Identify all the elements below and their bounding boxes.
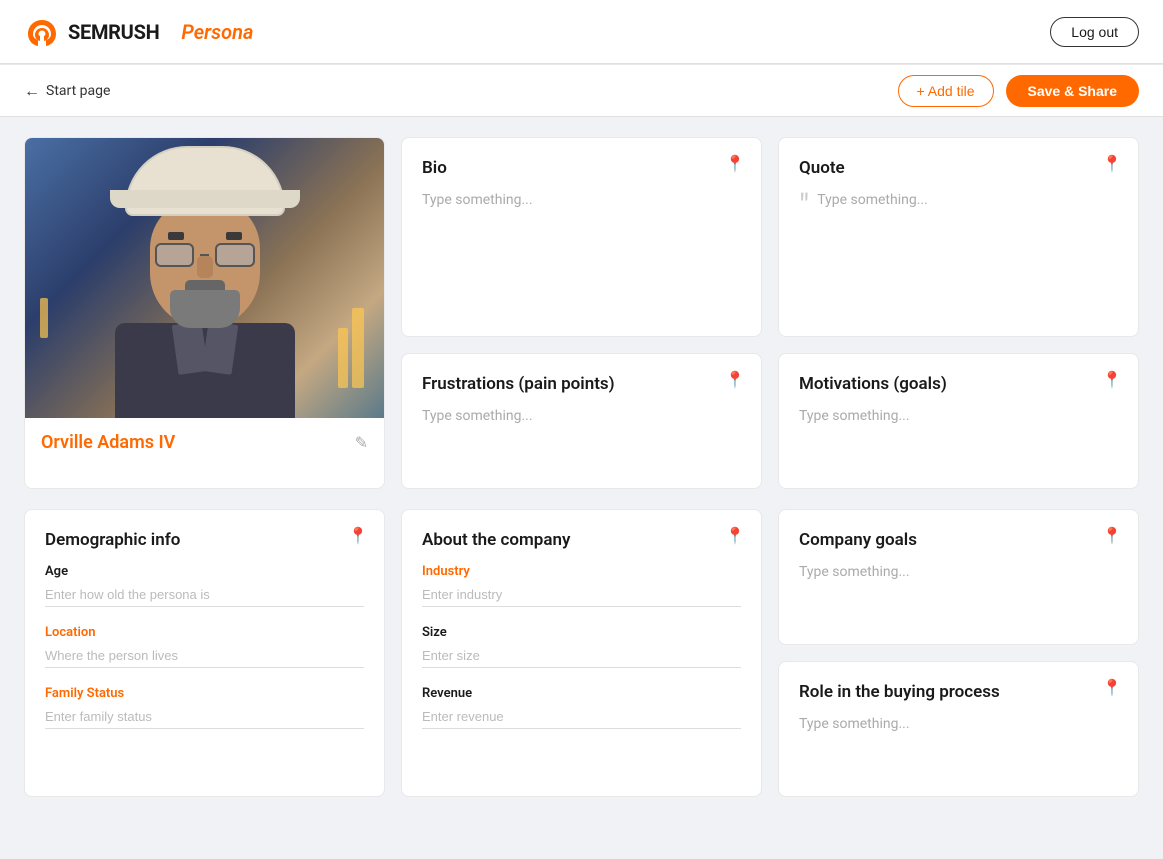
industry-label: Industry xyxy=(422,564,741,579)
quote-open-icon: " xyxy=(799,190,809,222)
demographic-pin-icon: 📍 xyxy=(348,526,368,545)
family-status-input[interactable] xyxy=(45,705,364,729)
nav-bar: ← Start page + Add tile Save & Share xyxy=(0,65,1163,117)
frustrations-card: 📍 Frustrations (pain points) Type someth… xyxy=(401,353,762,489)
persona-name-prefix: Orville Adams xyxy=(41,432,158,453)
persona-card: Orville Adams IV ✎ xyxy=(24,137,385,489)
bio-placeholder[interactable]: Type something... xyxy=(422,192,741,252)
bio-pin-icon: 📍 xyxy=(725,154,745,173)
location-label: Location xyxy=(45,625,364,640)
nav-actions: + Add tile Save & Share xyxy=(898,75,1140,107)
persona-glasses xyxy=(155,243,255,267)
save-share-button[interactable]: Save & Share xyxy=(1006,75,1140,107)
frustrations-placeholder[interactable]: Type something... xyxy=(422,408,741,468)
bio-card: 📍 Bio Type something... xyxy=(401,137,762,337)
company-card: 📍 About the company Industry Size Revenu… xyxy=(401,509,762,797)
role-title: Role in the buying process xyxy=(799,682,1118,702)
industry-input[interactable] xyxy=(422,583,741,607)
size-label: Size xyxy=(422,625,741,640)
age-input[interactable] xyxy=(45,583,364,607)
company-goals-card: 📍 Company goals Type something... xyxy=(778,509,1139,645)
size-input[interactable] xyxy=(422,644,741,668)
quote-card: 📍 Quote " Type something... xyxy=(778,137,1139,337)
bottom-grid: 📍 Demographic info Age Location Family S… xyxy=(0,509,1163,817)
persona-eye-left xyxy=(168,232,184,240)
role-pin-icon: 📍 xyxy=(1102,678,1122,697)
company-goals-placeholder[interactable]: Type something... xyxy=(799,564,1118,624)
logout-button[interactable]: Log out xyxy=(1050,17,1139,47)
quote-pin-icon: 📍 xyxy=(1102,154,1122,173)
persona-image xyxy=(25,138,384,418)
age-field-group: Age xyxy=(45,564,364,607)
quote-title: Quote xyxy=(799,158,1118,178)
main-grid: Orville Adams IV ✎ 📍 Bio Type something.… xyxy=(0,117,1163,509)
persona-mustache xyxy=(185,280,225,290)
persona-name: Orville Adams IV xyxy=(41,432,175,453)
glass-bridge xyxy=(200,254,210,256)
demographic-card: 📍 Demographic info Age Location Family S… xyxy=(24,509,385,797)
revenue-input[interactable] xyxy=(422,705,741,729)
motivations-card: 📍 Motivations (goals) Type something... xyxy=(778,353,1139,489)
glass-left xyxy=(155,243,194,267)
product-name: Persona xyxy=(181,20,253,44)
persona-name-highlight: IV xyxy=(158,432,175,453)
back-link[interactable]: ← Start page xyxy=(24,81,110,101)
role-card: 📍 Role in the buying process Type someth… xyxy=(778,661,1139,797)
add-tile-button[interactable]: + Add tile xyxy=(898,75,994,107)
frustrations-title: Frustrations (pain points) xyxy=(422,374,741,394)
persona-hard-hat-brim xyxy=(110,190,300,208)
role-placeholder[interactable]: Type something... xyxy=(799,716,1118,776)
persona-name-area: Orville Adams IV ✎ xyxy=(25,418,384,469)
motivations-placeholder[interactable]: Type something... xyxy=(799,408,1118,468)
bg-element-3 xyxy=(40,298,48,338)
company-goals-title: Company goals xyxy=(799,530,1118,550)
industry-field-group: Industry xyxy=(422,564,741,607)
persona-eye-right xyxy=(226,232,242,240)
revenue-label: Revenue xyxy=(422,686,741,701)
location-input[interactable] xyxy=(45,644,364,668)
back-label: Start page xyxy=(46,83,110,99)
logo-area: SEMRUSH Persona xyxy=(24,18,253,46)
back-arrow-icon: ← xyxy=(24,81,40,101)
family-status-field-group: Family Status xyxy=(45,686,364,729)
company-pin-icon: 📍 xyxy=(725,526,745,545)
motivations-title: Motivations (goals) xyxy=(799,374,1118,394)
right-column: 📍 Company goals Type something... 📍 Role… xyxy=(778,509,1139,797)
company-title: About the company xyxy=(422,530,741,550)
semrush-logo-icon xyxy=(24,18,60,46)
age-label: Age xyxy=(45,564,364,579)
company-goals-pin-icon: 📍 xyxy=(1102,526,1122,545)
glass-right xyxy=(215,243,254,267)
location-field-group: Location xyxy=(45,625,364,668)
demographic-title: Demographic info xyxy=(45,530,364,550)
motivations-pin-icon: 📍 xyxy=(1102,370,1122,389)
size-field-group: Size xyxy=(422,625,741,668)
frustrations-pin-icon: 📍 xyxy=(725,370,745,389)
family-status-label: Family Status xyxy=(45,686,364,701)
revenue-field-group: Revenue xyxy=(422,686,741,729)
quote-placeholder[interactable]: Type something... xyxy=(817,192,1118,208)
edit-icon[interactable]: ✎ xyxy=(355,433,368,452)
persona-beard xyxy=(170,290,240,328)
bio-title: Bio xyxy=(422,158,741,178)
bg-element-2 xyxy=(338,328,348,388)
header: SEMRUSH Persona Log out xyxy=(0,0,1163,64)
brand-name: SEMRUSH xyxy=(68,20,159,44)
quote-content: " Type something... xyxy=(799,192,1118,208)
bg-element-1 xyxy=(352,308,364,388)
persona-collar-right xyxy=(201,321,238,375)
